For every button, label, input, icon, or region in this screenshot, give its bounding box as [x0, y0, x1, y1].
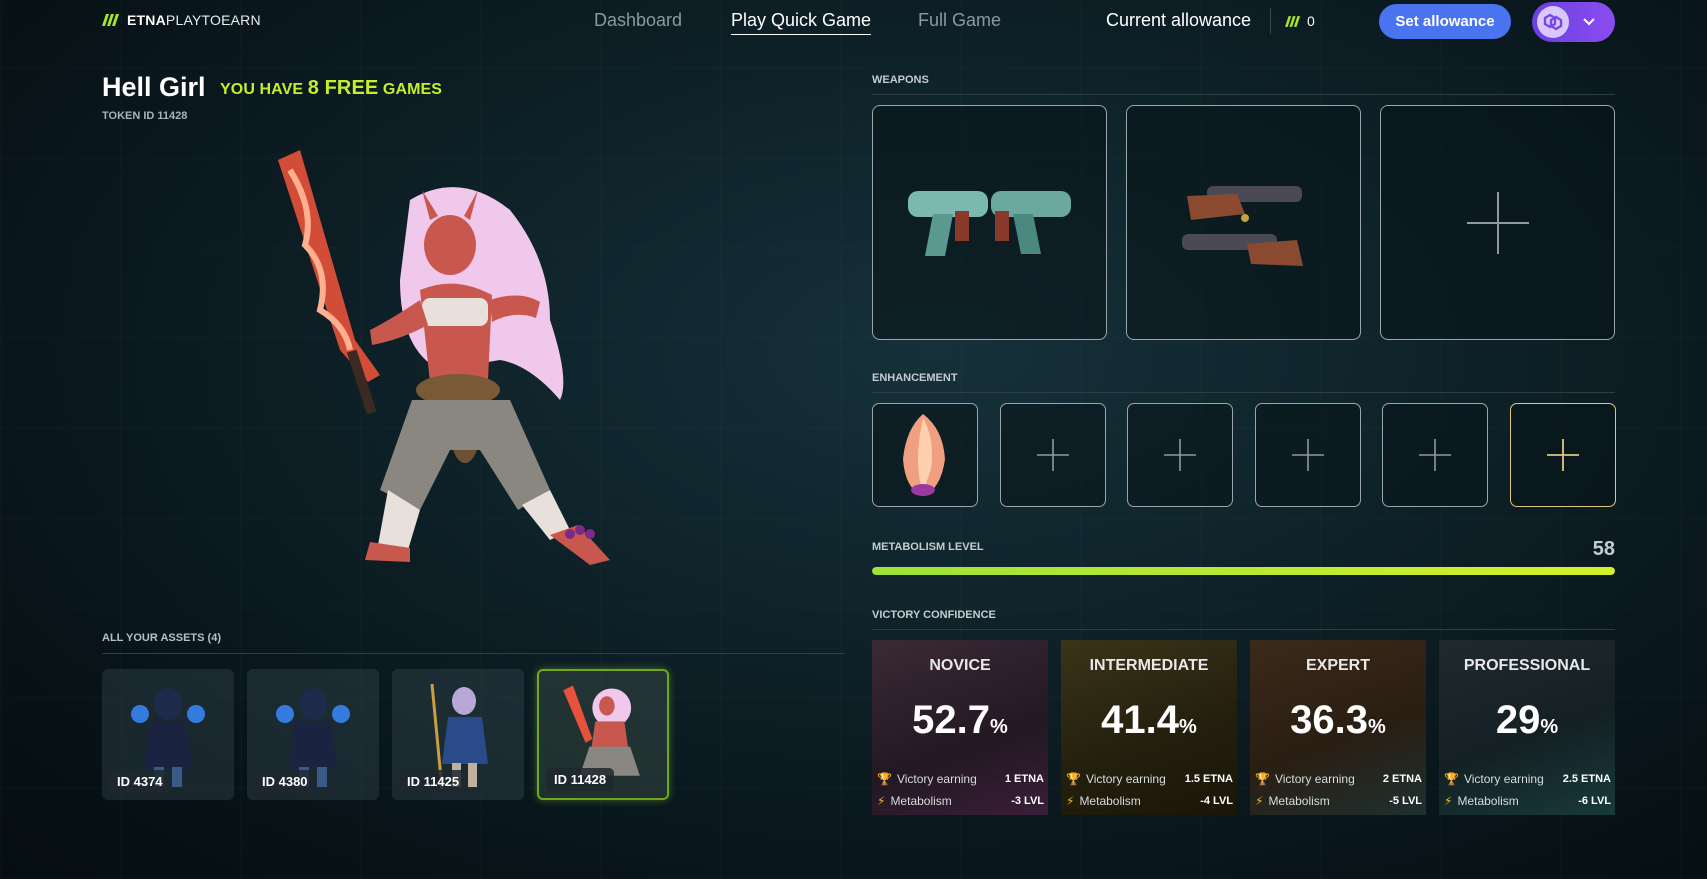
- allowance-divider: [1270, 8, 1271, 34]
- hero-character-image: [278, 150, 610, 565]
- card-percent: 52.7%: [912, 698, 1008, 742]
- plus-icon: [1547, 439, 1579, 471]
- polygon-network-icon: [1537, 6, 1569, 38]
- metabolism-title: METABOLISM LEVEL: [872, 541, 984, 553]
- free-games-banner: YOU HAVE 8 FREE GAMES: [220, 77, 442, 100]
- metabolism-bar: [872, 567, 1615, 575]
- enhancement-slot-4-empty[interactable]: [1255, 403, 1361, 507]
- assets-divider: [102, 653, 845, 654]
- hero-name: Hell Girl: [102, 72, 206, 102]
- weapons-title: WEAPONS: [872, 74, 929, 86]
- asset-id: ID 11425: [399, 770, 468, 793]
- victory-card-expert[interactable]: EXPERT 36.3% 🏆 Victory earning 2 ETNA ⚡ Me…: [1250, 640, 1426, 815]
- allowance-value: 0: [1285, 13, 1315, 29]
- asset-card[interactable]: ID 4374: [102, 669, 234, 800]
- enhancement-title: ENHANCEMENT: [872, 372, 958, 384]
- card-earning-row: 🏆 Victory earning 1.5 ETNA: [1066, 772, 1233, 786]
- top-bar: ETNA PLAYTOEARN Dashboard Play Quick Game…: [0, 0, 1707, 44]
- card-level: PROFESSIONAL: [1463, 657, 1591, 674]
- weapons-divider: [872, 94, 1615, 95]
- etna-token-icon: [1285, 15, 1301, 27]
- assets-title: ALL YOUR ASSETS (4): [102, 632, 221, 644]
- card-earning-row: 🏆 Victory earning 2.5 ETNA: [1444, 772, 1611, 786]
- metabolism-bar-fill: [872, 567, 1615, 575]
- etna-logo-icon: [102, 14, 119, 26]
- enhancement-slot-3-empty[interactable]: [1127, 403, 1233, 507]
- card-earning-row: 🏆 Victory earning 2 ETNA: [1255, 772, 1422, 786]
- weapon-slot-2[interactable]: [1126, 105, 1361, 340]
- card-metabolism-row: ⚡ Metabolism -4 LVL: [1066, 794, 1233, 808]
- plus-icon: [1419, 439, 1451, 471]
- free-count: 8 FREE: [307, 77, 379, 99]
- card-percent: 41.4%: [1101, 698, 1197, 742]
- card-metabolism-row: ⚡ Metabolism -3 LVL: [877, 794, 1044, 808]
- lightning-icon: ⚡: [1444, 794, 1453, 808]
- logo-bold: ETNA: [127, 12, 166, 28]
- victory-title: VICTORY CONFIDENCE: [872, 609, 996, 621]
- enhancement-slot-6-empty[interactable]: [1510, 403, 1616, 507]
- allowance-amount: 0: [1307, 13, 1315, 29]
- trophy-icon: 🏆: [1255, 772, 1270, 786]
- card-metabolism-row: ⚡ Metabolism -6 LVL: [1444, 794, 1611, 808]
- asset-card-selected[interactable]: ID 11428: [537, 669, 669, 800]
- plus-icon: [1164, 439, 1196, 471]
- victory-card-professional[interactable]: PROFESSIONAL 29% 🏆 Victory earning 2.5 ET…: [1439, 640, 1615, 815]
- enhancement-slot-1[interactable]: [872, 403, 978, 507]
- enhancement-divider: [872, 392, 1615, 393]
- weapon-slot-1[interactable]: [872, 105, 1107, 340]
- set-allowance-button[interactable]: Set allowance: [1379, 4, 1511, 39]
- victory-divider: [872, 629, 1615, 630]
- plus-icon: [1292, 439, 1324, 471]
- victory-card-intermediate[interactable]: INTERMEDIATE 41.4% 🏆 Victory earning 1.5 …: [1061, 640, 1237, 815]
- crystal-gem-image: [903, 414, 945, 496]
- trophy-icon: 🏆: [1066, 772, 1081, 786]
- asset-card[interactable]: ID 4380: [247, 669, 379, 800]
- card-level: EXPERT: [1305, 657, 1370, 674]
- chevron-down-icon: [1583, 18, 1595, 26]
- lightning-icon: ⚡: [1066, 794, 1075, 808]
- nav-dashboard[interactable]: Dashboard: [594, 10, 682, 31]
- wallet-menu[interactable]: [1532, 2, 1615, 42]
- nav-full-game[interactable]: Full Game: [918, 10, 1001, 31]
- allowance-label: Current allowance: [1106, 10, 1252, 30]
- card-percent: 36.3%: [1290, 698, 1386, 742]
- weapon-slot-3-empty[interactable]: [1380, 105, 1615, 340]
- nav-play-quick-game[interactable]: Play Quick Game: [731, 10, 872, 35]
- free-suffix: GAMES: [382, 81, 443, 98]
- trophy-icon: 🏆: [877, 772, 892, 786]
- asset-id: ID 11428: [546, 768, 615, 791]
- logo[interactable]: ETNA PLAYTOEARN: [102, 12, 261, 28]
- enhancement-slot-5-empty[interactable]: [1382, 403, 1488, 507]
- token-id: TOKEN ID 11428: [102, 110, 188, 122]
- pistol-pair-teal-image: [908, 191, 1071, 256]
- asset-id: ID 4380: [254, 770, 316, 793]
- card-metabolism-row: ⚡ Metabolism -5 LVL: [1255, 794, 1422, 808]
- pistol-pair-brown-image: [1182, 186, 1303, 266]
- plus-icon: [1466, 191, 1529, 254]
- asset-card[interactable]: ID 11425: [392, 669, 524, 800]
- plus-icon: [1037, 439, 1069, 471]
- free-prefix: YOU HAVE: [220, 81, 304, 98]
- logo-thin: PLAYTOEARN: [165, 12, 261, 28]
- enhancement-slot-2-empty[interactable]: [1000, 403, 1106, 507]
- asset-id: ID 4374: [109, 770, 171, 793]
- victory-card-novice[interactable]: NOVICE 52.7% 🏆 Victory earning 1 ETNA ⚡ Me…: [872, 640, 1048, 815]
- card-level: NOVICE: [929, 657, 991, 674]
- card-percent: 29%: [1495, 698, 1559, 742]
- lightning-icon: ⚡: [1255, 794, 1264, 808]
- trophy-icon: 🏆: [1444, 772, 1459, 786]
- card-level: INTERMEDIATE: [1089, 657, 1209, 674]
- lightning-icon: ⚡: [877, 794, 886, 808]
- metabolism-value: 58: [1592, 538, 1615, 560]
- card-earning-row: 🏆 Victory earning 1 ETNA: [877, 772, 1044, 786]
